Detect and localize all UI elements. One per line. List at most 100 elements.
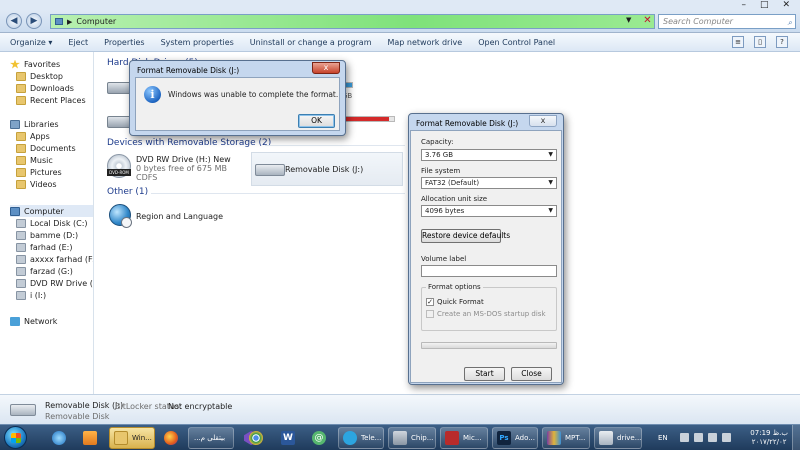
- group-header-removable[interactable]: Devices with Removable Storage (2): [107, 138, 271, 148]
- minimize-icon[interactable]: –: [741, 0, 746, 10]
- search-input[interactable]: Search Computer ⌕: [658, 14, 796, 29]
- sidebar-item-label: farzad (G:): [30, 266, 73, 276]
- removable-disk-item[interactable]: Removable Disk (J:): [251, 152, 403, 186]
- taskbar-item-drive[interactable]: drive...: [594, 427, 642, 449]
- sidebar-item-drive-i[interactable]: i (I:): [16, 289, 46, 301]
- taskbar-item-document[interactable]: ...بیتقلی م: [188, 427, 234, 449]
- sidebar-item-favorites[interactable]: Favorites: [10, 58, 60, 70]
- sidebar-item-label: axxxx farhad (F:): [30, 254, 94, 264]
- dvd-drive-text[interactable]: DVD RW Drive (H:) New 0 bytes free of 67…: [136, 155, 231, 182]
- sidebar-item-drive-f[interactable]: axxxx farhad (F:): [16, 253, 94, 265]
- chevron-down-icon[interactable]: ▼: [626, 16, 631, 24]
- view-options-icon[interactable]: ≡: [732, 36, 744, 48]
- window-top-strip: – □ ✕: [0, 0, 800, 10]
- organize-button[interactable]: Organize ▾: [10, 38, 52, 47]
- taskbar-item-mail[interactable]: @: [308, 427, 334, 449]
- taskbar-item-mpt[interactable]: MPT...: [542, 427, 590, 449]
- dvd-drive-item[interactable]: DVD-ROM: [107, 154, 131, 178]
- forward-button[interactable]: ▶: [26, 13, 42, 29]
- volume-label-input[interactable]: [421, 265, 557, 277]
- region-language-label[interactable]: Region and Language: [136, 212, 223, 221]
- taskbar-item-chip[interactable]: Chip...: [388, 427, 436, 449]
- sidebar-item-drive-h[interactable]: DVD RW Drive (H:) N: [16, 277, 93, 289]
- restore-defaults-button[interactable]: Restore device defaults: [421, 229, 510, 243]
- error-dialog-close-button[interactable]: x: [312, 62, 340, 74]
- usage-fill-full: [340, 117, 389, 121]
- photoshop-icon: Ps: [497, 431, 511, 445]
- show-desktop-button[interactable]: [792, 425, 800, 451]
- sidebar-item-desktop[interactable]: Desktop: [16, 70, 63, 82]
- taskbar-item-ie[interactable]: [48, 427, 74, 449]
- quick-format-checkbox[interactable]: ✓: [426, 298, 434, 306]
- taskbar-item-chrome[interactable]: [245, 427, 271, 449]
- volume-icon[interactable]: [722, 433, 731, 442]
- sidebar-item-computer[interactable]: Computer: [10, 205, 93, 217]
- breadcrumb-computer[interactable]: Computer: [76, 17, 116, 26]
- language-indicator[interactable]: EN: [658, 434, 668, 442]
- region-language-item[interactable]: [109, 204, 133, 230]
- msdos-startup-checkbox[interactable]: [426, 310, 434, 318]
- ok-button[interactable]: OK: [298, 114, 335, 128]
- sidebar-item-drive-e[interactable]: farhad (E:): [16, 241, 72, 253]
- sidebar-item-downloads[interactable]: Downloads: [16, 82, 74, 94]
- close-icon[interactable]: ✕: [782, 0, 790, 10]
- eject-button[interactable]: Eject: [68, 38, 88, 47]
- clock-time: 07:19 ب.ظ: [750, 429, 788, 437]
- sidebar-item-drive-g[interactable]: farzad (G:): [16, 265, 73, 277]
- taskbar-item-explorer[interactable]: Win...: [109, 427, 155, 449]
- uninstall-program-button[interactable]: Uninstall or change a program: [250, 38, 372, 47]
- breadcrumb[interactable]: ▶ Computer: [50, 14, 655, 29]
- stop-icon[interactable]: ✕: [640, 14, 655, 29]
- sidebar-item-apps[interactable]: Apps: [16, 130, 50, 142]
- sidebar-item-libraries[interactable]: Libraries: [10, 118, 59, 130]
- system-properties-button[interactable]: System properties: [161, 38, 234, 47]
- sidebar-item-drive-c[interactable]: Local Disk (C:): [16, 217, 88, 229]
- start-button[interactable]: [4, 426, 27, 449]
- format-options-label: Format options: [426, 283, 483, 291]
- checkmark-icon: ✓: [427, 298, 433, 306]
- quick-format-label[interactable]: Quick Format: [437, 298, 484, 306]
- dvd-drive-space: 0 bytes free of 675 MB: [136, 164, 227, 173]
- open-control-panel-button[interactable]: Open Control Panel: [478, 38, 555, 47]
- drive-icon: [16, 254, 26, 264]
- taskbar-item-telegram[interactable]: Tele...: [338, 427, 384, 449]
- sidebar-item-label: i (I:): [30, 290, 47, 300]
- taskbar-item-adobe[interactable]: Ps Ado...: [492, 427, 538, 449]
- back-button[interactable]: ◀: [6, 13, 22, 29]
- capacity-select[interactable]: 3.76 GB ▼: [421, 149, 557, 161]
- help-icon[interactable]: ?: [776, 36, 788, 48]
- taskbar-item-word[interactable]: W: [277, 427, 303, 449]
- allocation-size-select[interactable]: 4096 bytes ▼: [421, 205, 557, 217]
- chevron-down-icon: ▼: [548, 151, 553, 158]
- maximize-icon[interactable]: □: [760, 0, 769, 10]
- sidebar-item-videos[interactable]: Videos: [16, 178, 57, 190]
- map-network-drive-button[interactable]: Map network drive: [388, 38, 463, 47]
- search-icon[interactable]: ⌕: [788, 16, 792, 29]
- sidebar-item-recent-places[interactable]: Recent Places: [16, 94, 86, 106]
- taskbar-item-mic[interactable]: Mic...: [440, 427, 488, 449]
- clock[interactable]: 07:19 ب.ظ ۲۰۱۷/۲۲/۰۲: [750, 429, 788, 447]
- hard-disk-usage-bar: [339, 116, 395, 122]
- preview-pane-icon[interactable]: ▯: [754, 36, 766, 48]
- msdos-startup-label: Create an MS-DOS startup disk: [437, 310, 546, 318]
- sidebar-item-network[interactable]: Network: [10, 315, 57, 327]
- file-system-label: File system: [421, 167, 461, 175]
- format-dialog-close-button[interactable]: x: [529, 115, 557, 127]
- error-dialog-title: Format Removable Disk (J:): [137, 66, 240, 75]
- start-button[interactable]: Start: [464, 367, 505, 381]
- sidebar-item-music[interactable]: Music: [16, 154, 53, 166]
- file-system-select[interactable]: FAT32 (Default) ▼: [421, 177, 557, 189]
- close-button[interactable]: Close: [511, 367, 552, 381]
- info-icon: i: [144, 86, 161, 103]
- taskbar-item-media-player[interactable]: [79, 427, 105, 449]
- network-icon[interactable]: [708, 433, 717, 442]
- flag-icon[interactable]: [694, 433, 703, 442]
- sidebar-item-pictures[interactable]: Pictures: [16, 166, 62, 178]
- details-pane: Removable Disk (J:) BitLocker status: No…: [0, 394, 800, 424]
- sidebar-item-drive-d[interactable]: bamme (D:): [16, 229, 78, 241]
- taskbar-item-firefox[interactable]: [160, 427, 186, 449]
- properties-button[interactable]: Properties: [104, 38, 144, 47]
- group-header-other[interactable]: Other (1): [107, 187, 148, 197]
- tray-icon[interactable]: [680, 433, 689, 442]
- sidebar-item-documents[interactable]: Documents: [16, 142, 76, 154]
